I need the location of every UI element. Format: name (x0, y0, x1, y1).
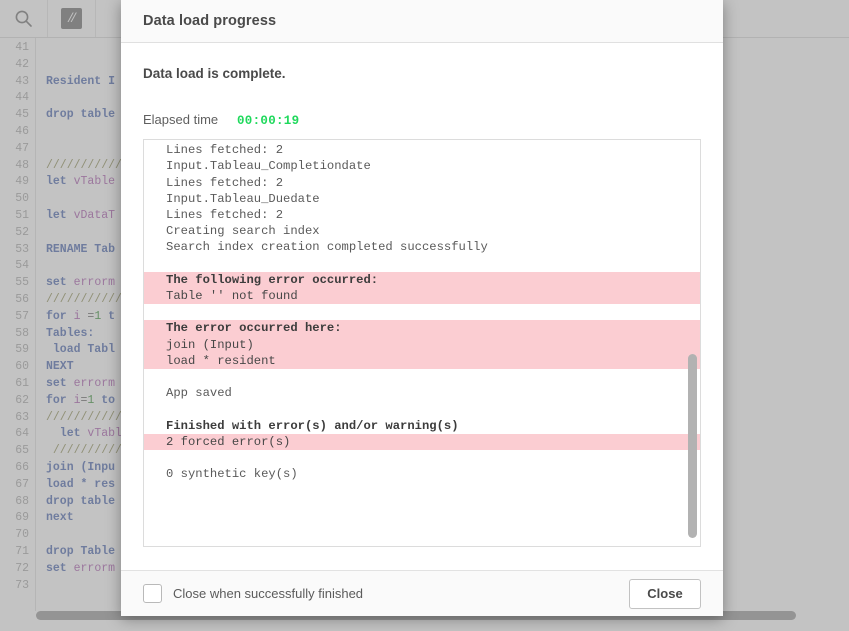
log-line: The error occurred here: (144, 320, 700, 336)
close-button[interactable]: Close (629, 579, 701, 609)
log-line: Finished with error(s) and/or warning(s) (144, 418, 700, 434)
log-scrollbar-thumb[interactable] (688, 354, 697, 538)
log-line: Input.Tableau_Duedate (144, 191, 700, 207)
log-line: load * resident (144, 353, 700, 369)
log-scrollbar[interactable] (687, 140, 697, 546)
log-line: Search index creation completed successf… (144, 239, 700, 255)
dialog-title: Data load progress (143, 13, 276, 29)
dialog-footer: Close when successfully finished Close (121, 570, 723, 616)
log-line: Lines fetched: 2 (144, 207, 700, 223)
load-log-container[interactable]: Tables-1 << Input.Qlik_DuedateLines fetc… (143, 139, 701, 547)
log-line: Lines fetched: 2 (144, 142, 700, 158)
log-spacer (144, 450, 700, 466)
log-spacer (144, 304, 700, 320)
data-load-progress-dialog: Data load progress Data load is complete… (121, 0, 723, 616)
elapsed-time-row: Elapsed time 00:00:19 (143, 112, 701, 128)
dialog-body: Data load is complete. Elapsed time 00:0… (121, 43, 723, 570)
elapsed-time-value: 00:00:19 (237, 114, 299, 128)
log-line: Input.Tableau_Completiondate (144, 158, 700, 174)
load-status-text: Data load is complete. (143, 43, 701, 81)
log-spacer (144, 256, 700, 272)
log-line: App saved (144, 385, 700, 401)
app-root: // 4142434445464748495051525354555657585… (0, 0, 849, 631)
elapsed-time-label: Elapsed time (143, 112, 237, 127)
log-line: Table '' not found (144, 288, 700, 304)
close-when-finished-option[interactable]: Close when successfully finished (143, 584, 363, 603)
close-when-finished-label: Close when successfully finished (173, 586, 363, 601)
log-line: 2 forced error(s) (144, 434, 700, 450)
log-spacer (144, 369, 700, 385)
log-line: 0 synthetic key(s) (144, 466, 700, 482)
log-spacer (144, 401, 700, 417)
log-line: join (Input) (144, 337, 700, 353)
dialog-header: Data load progress (121, 0, 723, 43)
close-when-finished-checkbox[interactable] (143, 584, 162, 603)
log-line: Creating search index (144, 223, 700, 239)
log-line: Lines fetched: 2 (144, 175, 700, 191)
load-log-content: Tables-1 << Input.Qlik_DuedateLines fetc… (144, 139, 700, 482)
log-line: The following error occurred: (144, 272, 700, 288)
